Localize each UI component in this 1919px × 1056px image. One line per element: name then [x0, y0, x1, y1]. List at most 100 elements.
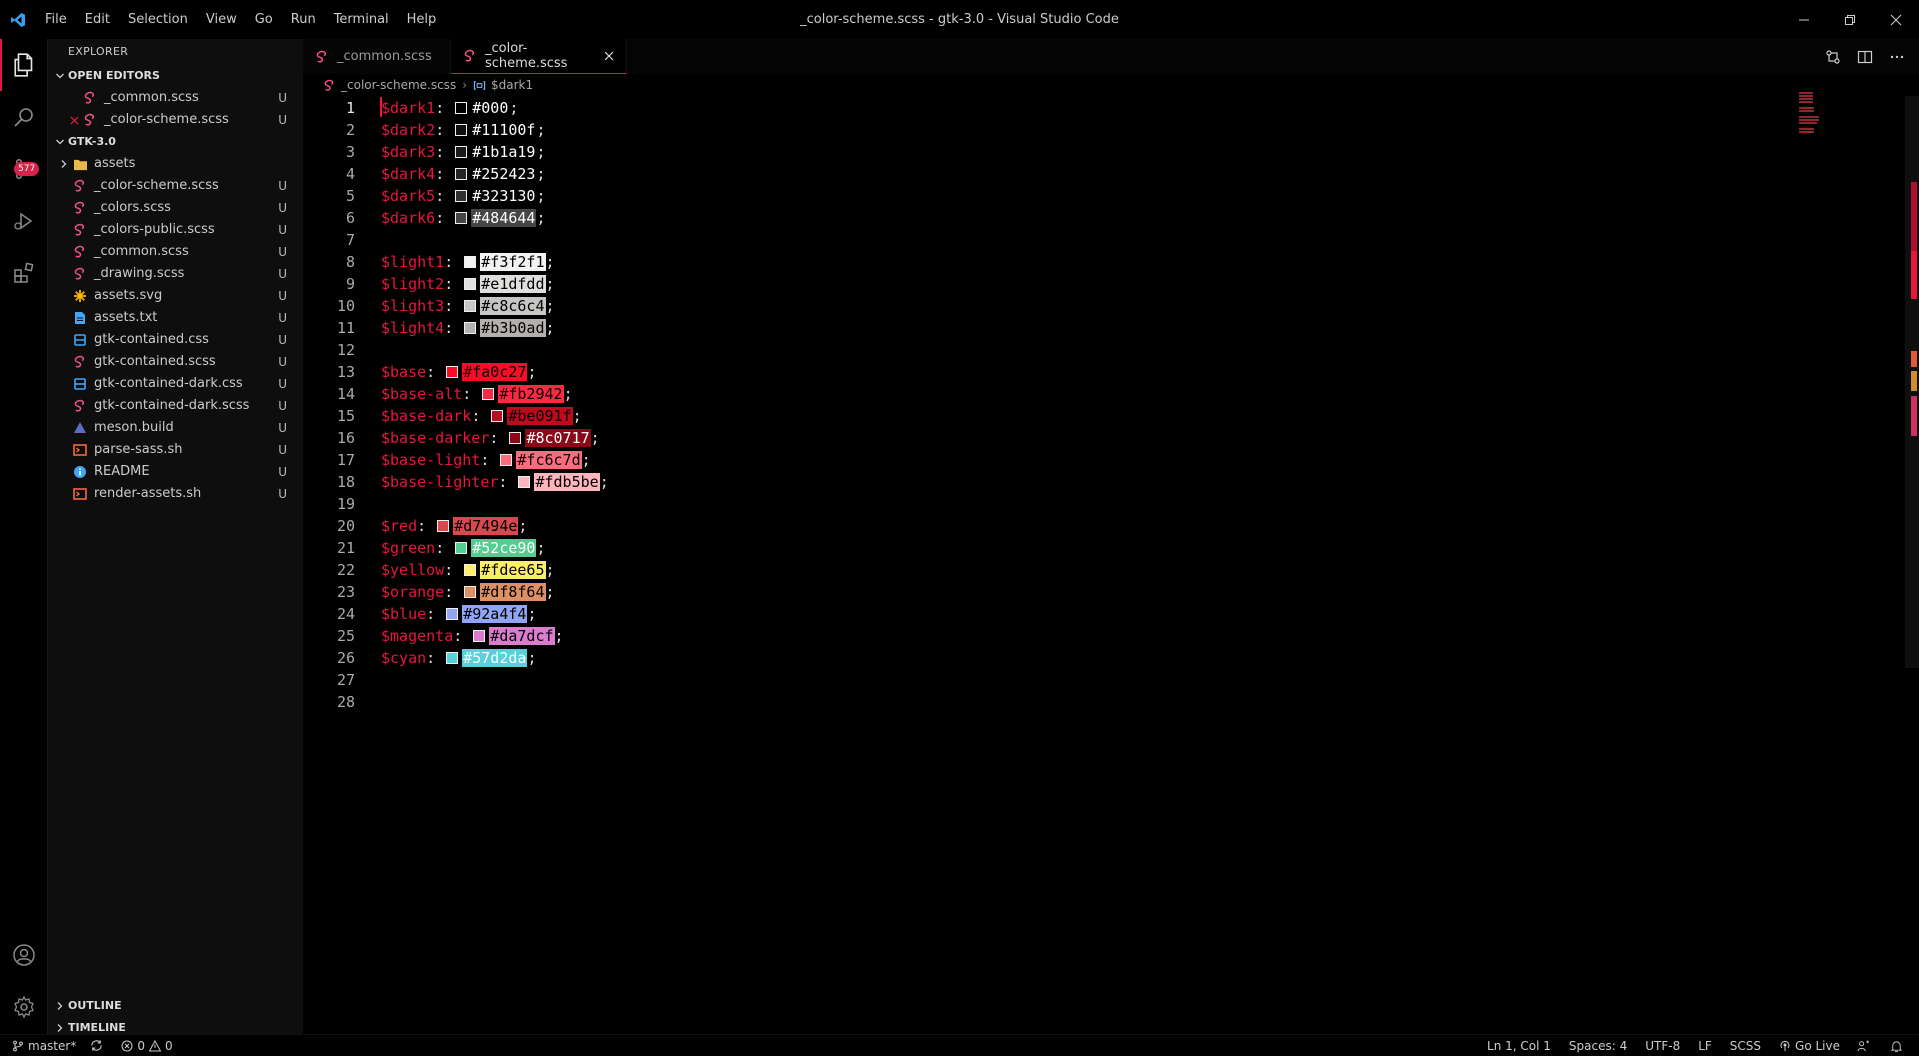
menu-help[interactable]: Help: [398, 0, 446, 39]
scm-count-badge: 577: [14, 162, 40, 176]
language-mode[interactable]: SCSS: [1721, 1035, 1770, 1056]
info-file-icon: [72, 464, 88, 480]
notifications-button[interactable]: [1882, 1035, 1919, 1056]
color-swatch[interactable]: [455, 542, 468, 554]
encoding[interactable]: UTF-8: [1636, 1035, 1689, 1056]
code-editor[interactable]: 1 $dark1: #000; 2 $dark2: #11100f; 3 $dark3: …: [303, 96, 1919, 1040]
color-swatch[interactable]: [437, 520, 450, 532]
menu-bar: File Edit Selection View Go Run Terminal…: [36, 0, 445, 39]
menu-terminal[interactable]: Terminal: [325, 0, 398, 39]
color-swatch[interactable]: [464, 322, 477, 334]
scss-variable: $base-alt: [381, 385, 463, 403]
menu-file[interactable]: File: [36, 0, 76, 39]
color-swatch[interactable]: [491, 410, 504, 422]
open-editor-item[interactable]: _color-scheme.scss U: [48, 109, 303, 131]
color-swatch[interactable]: [455, 212, 468, 224]
accounts-button[interactable]: [0, 929, 48, 981]
colon-punct: :: [435, 209, 454, 227]
color-swatch[interactable]: [464, 256, 477, 268]
activity-bar: 577: [0, 39, 48, 1036]
close-window-button[interactable]: [1873, 0, 1919, 39]
editor-scrollbar[interactable]: [1905, 96, 1919, 1040]
color-swatch[interactable]: [482, 388, 495, 400]
scss-variable: $base-light: [381, 451, 481, 469]
file-item[interactable]: meson.build U: [48, 417, 303, 439]
color-swatch[interactable]: [464, 564, 477, 576]
code-content: $dark1: #000;: [381, 97, 518, 119]
problems-indicator[interactable]: 0 0: [114, 1035, 179, 1056]
breadcrumb-symbol[interactable]: $dark1: [491, 78, 533, 92]
color-swatch[interactable]: [455, 190, 468, 202]
color-swatch[interactable]: [464, 586, 477, 598]
color-swatch[interactable]: [473, 630, 486, 642]
file-item[interactable]: parse-sass.sh U: [48, 439, 303, 461]
open-changes-button[interactable]: [1817, 39, 1849, 74]
color-swatch[interactable]: [446, 652, 459, 664]
file-item[interactable]: assets.svg U: [48, 285, 303, 307]
manage-button[interactable]: [0, 981, 48, 1033]
semicolon-punct: ;: [536, 143, 546, 161]
file-item[interactable]: gtk-contained-dark.css U: [48, 373, 303, 395]
file-item[interactable]: render-assets.sh U: [48, 483, 303, 505]
file-item[interactable]: assets.txt U: [48, 307, 303, 329]
menu-run[interactable]: Run: [282, 0, 325, 39]
feedback-button[interactable]: [1849, 1035, 1882, 1056]
open-editor-item[interactable]: _common.scss U: [48, 87, 303, 109]
warning-icon: [148, 1039, 161, 1051]
run-debug-button[interactable]: [0, 195, 48, 247]
menu-go[interactable]: Go: [246, 0, 282, 39]
file-item[interactable]: gtk-contained-dark.scss U: [48, 395, 303, 417]
color-swatch[interactable]: [455, 168, 468, 180]
more-actions-button[interactable]: [1881, 39, 1913, 74]
restore-button[interactable]: [1827, 0, 1873, 39]
end-of-line[interactable]: LF: [1689, 1035, 1721, 1056]
color-swatch[interactable]: [446, 366, 459, 378]
split-editor-icon: [1857, 50, 1873, 63]
split-editor-button[interactable]: [1849, 39, 1881, 74]
file-item[interactable]: README U: [48, 461, 303, 483]
breadcrumb-file[interactable]: _color-scheme.scss: [341, 78, 456, 92]
color-swatch[interactable]: [464, 278, 477, 290]
search-button[interactable]: [0, 91, 48, 143]
sync-button[interactable]: [83, 1035, 114, 1056]
color-swatch[interactable]: [518, 476, 531, 488]
file-item[interactable]: gtk-contained.scss U: [48, 351, 303, 373]
color-swatch[interactable]: [455, 102, 468, 114]
cursor-position[interactable]: Ln 1, Col 1: [1478, 1035, 1560, 1056]
semicolon-punct: ;: [509, 99, 519, 117]
extensions-button[interactable]: [0, 247, 48, 299]
indentation[interactable]: Spaces: 4: [1560, 1035, 1636, 1056]
file-item[interactable]: gtk-contained.css U: [48, 329, 303, 351]
color-swatch[interactable]: [509, 432, 522, 444]
go-live-button[interactable]: Go Live: [1770, 1035, 1849, 1056]
color-swatch[interactable]: [446, 608, 459, 620]
color-swatch[interactable]: [464, 300, 477, 312]
scss-variable: $light3: [381, 297, 445, 315]
file-item[interactable]: _drawing.scss U: [48, 263, 303, 285]
color-swatch[interactable]: [500, 454, 513, 466]
file-item[interactable]: _colors-public.scss U: [48, 219, 303, 241]
tab-color-scheme-scss[interactable]: _color-scheme.scss: [451, 39, 627, 74]
close-editor-icon[interactable]: [66, 115, 82, 125]
workspace-header[interactable]: GTK-3.0: [48, 131, 303, 153]
branch-indicator[interactable]: master*: [0, 1035, 83, 1056]
minimize-button[interactable]: [1781, 0, 1827, 39]
file-item[interactable]: _common.scss U: [48, 241, 303, 263]
color-swatch[interactable]: [455, 124, 468, 136]
folder-item[interactable]: assets: [48, 153, 303, 175]
file-item[interactable]: _color-scheme.scss U: [48, 175, 303, 197]
svg-file-icon: [72, 288, 88, 304]
color-swatch[interactable]: [455, 146, 468, 158]
menu-selection[interactable]: Selection: [119, 0, 197, 39]
explorer-button[interactable]: [0, 39, 48, 91]
open-editors-header[interactable]: OPEN EDITORS: [48, 65, 303, 87]
minimap[interactable]: [1799, 90, 1859, 150]
color-value: #1b1a19: [472, 143, 536, 161]
menu-edit[interactable]: Edit: [76, 0, 119, 39]
file-item[interactable]: _colors.scss U: [48, 197, 303, 219]
close-tab-icon[interactable]: [604, 51, 614, 61]
menu-view[interactable]: View: [197, 0, 246, 39]
code-line: 15 $base-dark: #be091f;: [303, 405, 1803, 427]
tab-common-scss[interactable]: _common.scss: [303, 39, 451, 74]
outline-header[interactable]: OUTLINE: [48, 995, 303, 1017]
